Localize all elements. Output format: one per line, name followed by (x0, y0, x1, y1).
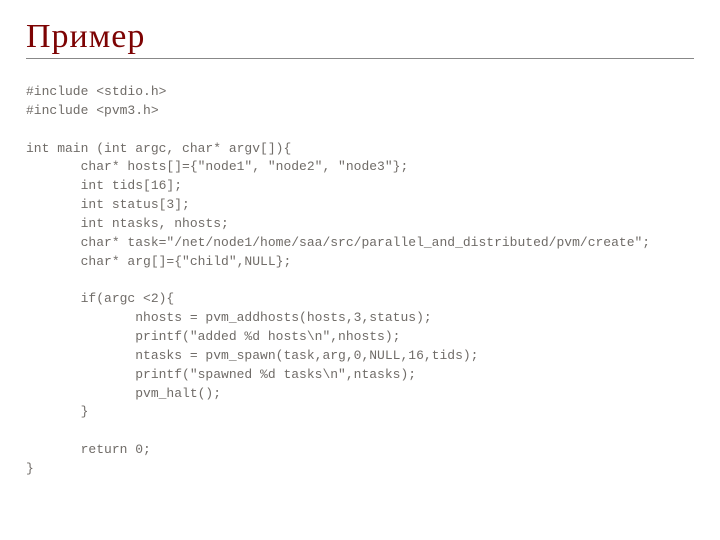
code-block: #include <stdio.h> #include <pvm3.h> int… (26, 83, 694, 479)
title-underline (26, 58, 694, 59)
slide-title: Пример (26, 18, 694, 56)
slide: Пример #include <stdio.h> #include <pvm3… (0, 0, 720, 540)
